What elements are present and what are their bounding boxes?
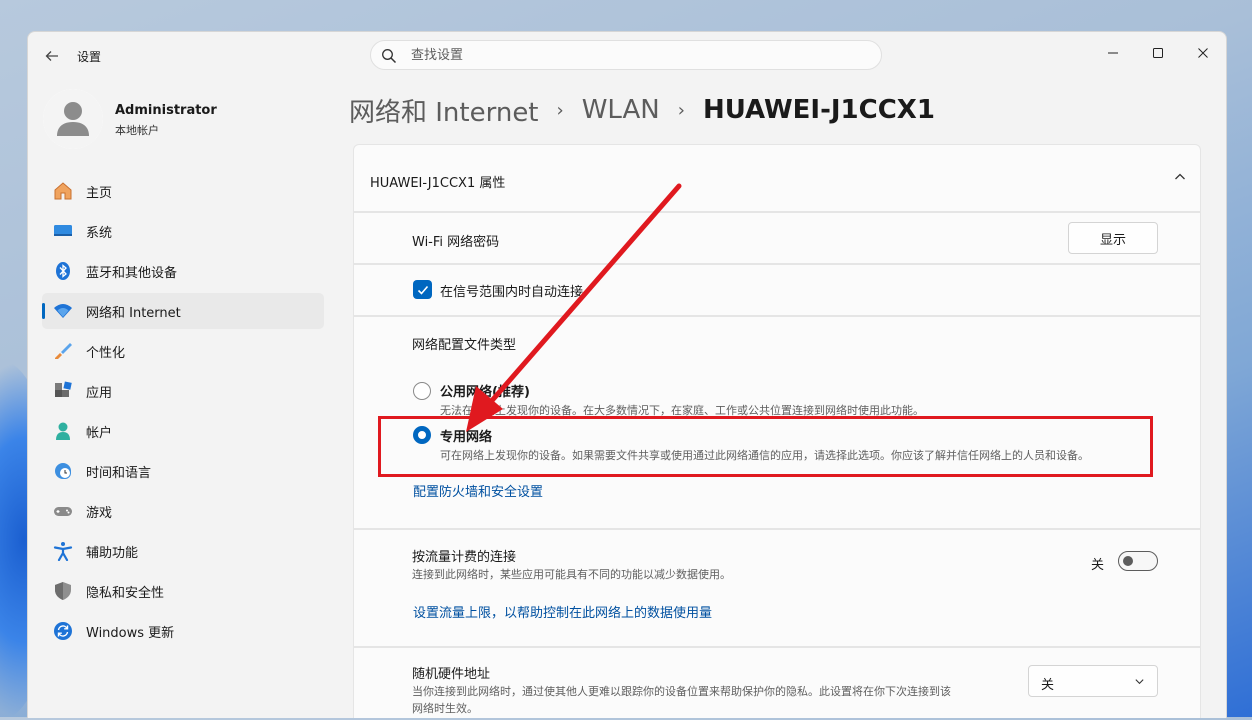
wifi-icon xyxy=(52,300,74,322)
private-network-desc: 可在网络上发现你的设备。如果需要文件共享或使用通过此网络通信的应用，请选择此选项… xyxy=(440,449,1089,462)
random-hw-title: 随机硬件地址 xyxy=(412,667,491,682)
metered-toggle-state: 关 xyxy=(1091,558,1105,573)
brush-icon xyxy=(52,340,74,362)
title-bar: 设置 xyxy=(28,32,1226,80)
auto-connect-row: 在信号范围内时自动连接 xyxy=(353,264,1201,316)
search-input[interactable] xyxy=(409,47,853,64)
sidebar-item-bluetooth[interactable]: 蓝牙和其他设备 xyxy=(42,253,324,289)
sidebar-item-system[interactable]: 系统 xyxy=(42,213,324,249)
random-hw-desc-line1: 当你连接到此网络时，通过使其他人更难以跟踪你的设备位置来帮助保护你的隐私。此设置… xyxy=(412,685,951,698)
sidebar-item-network[interactable]: 网络和 Internet xyxy=(42,293,324,329)
sidebar-item-label: 系统 xyxy=(86,225,113,241)
breadcrumb-wlan[interactable]: WLAN xyxy=(582,95,660,125)
avatar xyxy=(43,89,103,149)
gamepad-icon xyxy=(52,500,74,522)
random-hw-select-value: 关 xyxy=(1041,678,1055,693)
sidebar-item-label: 个性化 xyxy=(86,345,126,361)
apps-icon xyxy=(52,380,74,402)
metered-toggle[interactable] xyxy=(1118,551,1158,571)
minimize-icon xyxy=(1108,52,1118,54)
close-icon xyxy=(1198,48,1208,58)
sidebar-item-time-language[interactable]: 时间和语言 xyxy=(42,453,324,489)
data-limit-link[interactable]: 设置流量上限，以帮助控制在此网络上的数据使用量 xyxy=(413,602,712,621)
minimize-button[interactable] xyxy=(1090,38,1136,68)
breadcrumb-network[interactable]: 网络和 Internet xyxy=(349,92,539,129)
auto-connect-label: 在信号范围内时自动连接 xyxy=(440,285,584,300)
maximize-icon xyxy=(1153,48,1163,58)
sidebar-item-home[interactable]: 主页 xyxy=(42,173,324,209)
random-hw-desc-line2: 网络时生效。 xyxy=(412,702,478,715)
maximize-button[interactable] xyxy=(1135,38,1181,68)
chevron-down-icon xyxy=(1135,679,1144,685)
wifi-password-row: Wi-Fi 网络密码 显示 xyxy=(353,212,1201,264)
show-password-button[interactable]: 显示 xyxy=(1068,222,1158,254)
sidebar-item-gaming[interactable]: 游戏 xyxy=(42,493,324,529)
firewall-settings-link[interactable]: 配置防火墙和安全设置 xyxy=(413,481,543,500)
public-network-title[interactable]: 公用网络(推荐) xyxy=(440,381,530,400)
sidebar-item-apps[interactable]: 应用 xyxy=(42,373,324,409)
user-profile[interactable]: Administrator 本地帐户 xyxy=(43,89,303,149)
properties-header[interactable]: HUAWEI-J1CCX1 属性 xyxy=(353,144,1201,212)
metered-connection-section: 按流量计费的连接 连接到此网络时，某些应用可能具有不同的功能以减少数据使用。 关… xyxy=(353,529,1201,647)
breadcrumb-separator-icon: › xyxy=(556,99,564,121)
private-network-title[interactable]: 专用网络 xyxy=(440,426,492,445)
sidebar-item-label: 帐户 xyxy=(86,425,113,441)
content-panel: HUAWEI-J1CCX1 属性 Wi-Fi 网络密码 显示 在信号范围内时自动… xyxy=(353,144,1201,718)
bluetooth-icon xyxy=(52,260,74,282)
sidebar-item-label: 应用 xyxy=(86,385,113,401)
sidebar-item-label: Windows 更新 xyxy=(86,625,175,641)
toggle-knob xyxy=(1123,556,1133,566)
properties-title: HUAWEI-J1CCX1 属性 xyxy=(370,176,506,191)
profile-type-label: 网络配置文件类型 xyxy=(412,338,517,353)
update-icon xyxy=(52,620,74,642)
back-arrow-icon xyxy=(45,51,58,61)
back-button[interactable] xyxy=(40,44,64,68)
sidebar-item-personalization[interactable]: 个性化 xyxy=(42,333,324,369)
sidebar-item-label: 辅助功能 xyxy=(86,545,139,561)
search-box[interactable] xyxy=(370,40,882,70)
auto-connect-checkbox[interactable] xyxy=(413,280,432,299)
user-avatar-icon xyxy=(43,89,103,149)
public-network-desc: 无法在网络上发现你的设备。在大多数情况下，在家庭、工作或公共位置连接到网络时使用… xyxy=(440,404,924,417)
breadcrumb: 网络和 Internet › WLAN › HUAWEI-J1CCX1 xyxy=(349,90,935,130)
sidebar-item-windows-update[interactable]: Windows 更新 xyxy=(42,613,324,649)
sidebar-item-label: 网络和 Internet xyxy=(86,305,181,321)
settings-window: 设置 Administrator 本地帐户 xyxy=(27,31,1227,718)
system-icon xyxy=(52,220,74,242)
sidebar-item-label: 蓝牙和其他设备 xyxy=(86,265,178,281)
chevron-up-icon xyxy=(1175,173,1185,180)
shield-icon xyxy=(52,580,74,602)
checkmark-icon xyxy=(417,285,428,295)
breadcrumb-separator-icon: › xyxy=(677,99,685,121)
sidebar-item-label: 主页 xyxy=(86,185,113,201)
random-hw-select[interactable]: 关 xyxy=(1028,665,1158,697)
wifi-password-label: Wi-Fi 网络密码 xyxy=(412,235,500,250)
sidebar-nav: 主页 系统 蓝牙和其他设备 网络和 Internet 个性化 应用 帐户 时间和… xyxy=(42,173,324,653)
app-title: 设置 xyxy=(77,50,102,64)
account-icon xyxy=(52,420,74,442)
sidebar-item-accessibility[interactable]: 辅助功能 xyxy=(42,533,324,569)
home-icon xyxy=(52,180,74,202)
sidebar-item-accounts[interactable]: 帐户 xyxy=(42,413,324,449)
profile-name: Administrator xyxy=(115,103,217,118)
public-network-radio[interactable] xyxy=(413,382,431,400)
close-button[interactable] xyxy=(1180,38,1226,68)
metered-title: 按流量计费的连接 xyxy=(412,550,517,565)
random-hardware-address-section: 随机硬件地址 当你连接到此网络时，通过使其他人更难以跟踪你的设备位置来帮助保护你… xyxy=(353,647,1201,718)
profile-account-type: 本地帐户 xyxy=(115,124,159,137)
metered-desc: 连接到此网络时，某些应用可能具有不同的功能以减少数据使用。 xyxy=(412,568,731,581)
sidebar-item-label: 时间和语言 xyxy=(86,465,152,481)
page-title: HUAWEI-J1CCX1 xyxy=(702,95,935,125)
sidebar-item-label: 游戏 xyxy=(86,505,113,521)
accessibility-icon xyxy=(52,540,74,562)
private-network-radio[interactable] xyxy=(413,426,431,444)
clock-globe-icon xyxy=(52,460,74,482)
sidebar-item-label: 隐私和安全性 xyxy=(86,585,165,601)
sidebar-item-privacy[interactable]: 隐私和安全性 xyxy=(42,573,324,609)
search-icon xyxy=(382,49,397,64)
network-profile-section: 网络配置文件类型 公用网络(推荐) 无法在网络上发现你的设备。在大多数情况下，在… xyxy=(353,316,1201,529)
